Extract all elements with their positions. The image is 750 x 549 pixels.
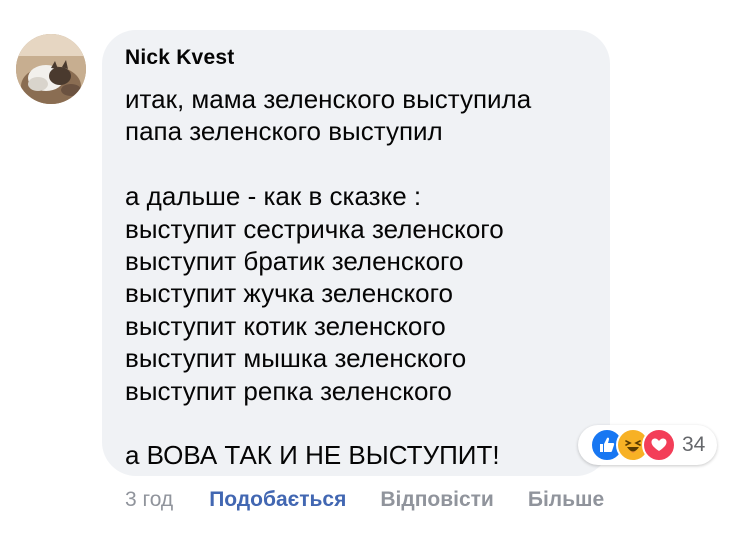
reactions-summary[interactable]: 34: [578, 425, 718, 465]
like-button[interactable]: Подобається: [209, 488, 346, 512]
comment-line: выступит котик зеленского: [125, 310, 446, 341]
comment-line: выступит жучка зеленского: [125, 278, 454, 309]
reaction-count: 34: [682, 433, 706, 456]
comment-line: итак, мама зеленского выступила: [125, 84, 532, 114]
comment-line: выступит братик зеленского: [125, 245, 464, 276]
comment-text: итак, мама зеленского выступила папа зел…: [125, 83, 595, 472]
reply-button[interactable]: Відповісти: [380, 488, 493, 512]
comment-line: выступит мышка зеленского: [125, 343, 467, 374]
love-icon: [642, 428, 676, 462]
more-button[interactable]: Більше: [528, 488, 604, 512]
cat-photo-icon: [16, 34, 86, 104]
avatar[interactable]: [16, 34, 86, 104]
comment-line: [125, 148, 595, 180]
comment-line: а дальше - как в сказке :: [125, 181, 422, 212]
comment-actions: 3 год Подобається Відповісти Більше: [125, 485, 604, 515]
comment-line: [125, 407, 595, 439]
comment-line: папа зеленского выступил: [125, 116, 443, 147]
comment-line: а ВОВА ТАК И НЕ ВЫСТУПИТ!: [125, 440, 500, 471]
comment-author[interactable]: Nick Kvest: [125, 46, 234, 70]
comment-line: выступит репка зеленского: [125, 375, 452, 406]
comment-timestamp[interactable]: 3 год: [125, 488, 173, 512]
comment-line: выступит сестричка зеленского: [125, 213, 504, 244]
